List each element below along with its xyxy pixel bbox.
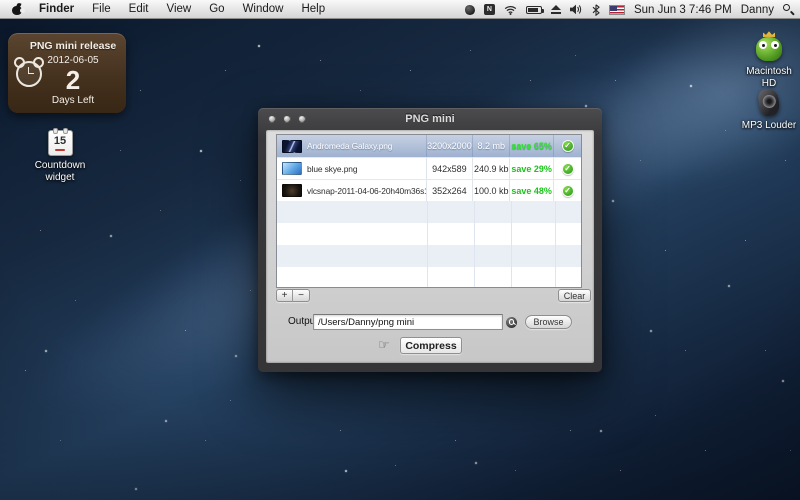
desktop-icon-label: MP3 Louder: [735, 120, 800, 132]
size-cell: 8.2 mb: [473, 135, 510, 157]
menu-user[interactable]: Danny: [741, 1, 774, 19]
widget-title: PNG mini release: [24, 40, 122, 52]
remove-file-button[interactable]: −: [293, 289, 310, 302]
desktop-icon-mp3-louder[interactable]: MP3 Louder: [735, 88, 800, 132]
menu-clock[interactable]: Sun Jun 3 7:46 PM: [634, 1, 732, 19]
menu-item-edit[interactable]: Edit: [120, 0, 158, 19]
savings-cell: save 48%: [510, 180, 554, 201]
size-cell: 100.0 kb: [473, 180, 510, 201]
status-cell: ✓: [554, 135, 581, 157]
calendar-icon: 15: [48, 130, 73, 156]
file-name-cell: blue skye.png: [277, 158, 427, 179]
file-thumbnail: [282, 140, 302, 153]
check-icon: ✓: [562, 185, 574, 197]
spotlight-search-icon[interactable]: [783, 4, 794, 15]
menu-item-go[interactable]: Go: [200, 0, 233, 19]
table-row[interactable]: Andromeda Galaxy.png 3200x2000 8.2 mb sa…: [277, 135, 581, 157]
window-controls: [268, 115, 306, 123]
file-thumbnail: [282, 184, 302, 197]
green-monster-drive-icon: [752, 30, 786, 64]
status-cell: ✓: [554, 180, 581, 201]
close-button[interactable]: [268, 115, 276, 123]
menu-item-window[interactable]: Window: [234, 0, 293, 19]
table-row[interactable]: blue skye.png 942x589 240.9 kb save 29% …: [277, 157, 581, 179]
status-cell: ✓: [554, 158, 581, 179]
menu-item-file[interactable]: File: [83, 0, 120, 19]
bluetooth-icon[interactable]: [592, 4, 600, 16]
size-cell: 240.9 kb: [473, 158, 510, 179]
window-content: Andromeda Galaxy.png 3200x2000 8.2 mb sa…: [266, 130, 594, 363]
desktop-icon-label: Countdown widget: [28, 160, 92, 183]
file-thumbnail: [282, 162, 302, 175]
savings-cell: save 65%: [510, 135, 554, 157]
desktop-icon-label: Macintosh HD: [743, 66, 795, 89]
compress-button[interactable]: Compress: [400, 337, 462, 354]
output-row: Output: Browse: [266, 314, 594, 330]
pointing-hand-icon: ☞: [378, 338, 390, 354]
table-row[interactable]: vlcsnap-2011-04-06-20h40m36s165.png 352x…: [277, 179, 581, 201]
calendar-day: 15: [49, 135, 72, 147]
volume-icon[interactable]: [570, 4, 583, 15]
file-table: Andromeda Galaxy.png 3200x2000 8.2 mb sa…: [276, 134, 582, 288]
check-icon: ✓: [562, 163, 574, 175]
alarm-clock-icon: [16, 61, 42, 87]
menu-bar-status: N Sun Jun 3 7:46 PM Danny: [465, 0, 794, 19]
add-file-button[interactable]: +: [276, 289, 293, 302]
wifi-icon[interactable]: [504, 5, 517, 15]
output-path-input[interactable]: [313, 314, 503, 330]
input-menu-icon[interactable]: N: [484, 4, 495, 15]
minimize-button[interactable]: [283, 115, 291, 123]
empty-table-rows: [277, 201, 581, 288]
battery-icon[interactable]: [526, 6, 542, 14]
desktop: Finder File Edit View Go Window Help N: [0, 0, 800, 500]
menu-item-help[interactable]: Help: [292, 0, 334, 19]
png-mini-window: PNG mini Andromeda Galaxy.png 3200x2000 …: [258, 108, 602, 372]
desktop-icon-macintosh-hd[interactable]: Macintosh HD: [740, 30, 798, 89]
browse-button[interactable]: Browse: [525, 315, 572, 329]
app-status-icon[interactable]: [465, 5, 475, 15]
menu-bar: Finder File Edit View Go Window Help N: [0, 0, 800, 19]
dimensions-cell: 942x589: [427, 158, 474, 179]
us-flag-icon[interactable]: [609, 5, 625, 15]
check-icon: ✓: [562, 140, 574, 152]
zoom-button[interactable]: [298, 115, 306, 123]
menu-bar-left: Finder File Edit View Go Window Help: [0, 0, 334, 18]
window-title: PNG mini: [405, 113, 455, 125]
dimensions-cell: 3200x2000: [427, 135, 474, 157]
file-name-cell: vlcsnap-2011-04-06-20h40m36s165.png: [277, 180, 427, 201]
menu-item-view[interactable]: View: [158, 0, 201, 19]
apple-menu-icon[interactable]: [12, 4, 22, 15]
menu-item-finder[interactable]: Finder: [30, 0, 83, 19]
speaker-icon: [752, 86, 786, 120]
add-remove-group: + −: [276, 289, 310, 302]
savings-cell: save 29%: [510, 158, 554, 179]
clear-button[interactable]: Clear: [558, 289, 591, 302]
file-name-cell: Andromeda Galaxy.png: [277, 135, 427, 157]
eject-icon[interactable]: [551, 5, 561, 14]
compress-row: ☞ Compress: [266, 337, 594, 355]
desktop-icon-countdown-widget[interactable]: 15 Countdown widget: [28, 130, 92, 183]
widget-days-left-caption: Days Left: [24, 95, 122, 106]
reveal-path-icon[interactable]: [506, 317, 517, 328]
calendar-month-mark: [55, 149, 65, 152]
dimensions-cell: 352x264: [427, 180, 474, 201]
countdown-widget-panel[interactable]: PNG mini release 2012-06-05 2 Days Left: [8, 33, 126, 113]
window-titlebar[interactable]: PNG mini: [258, 108, 602, 130]
